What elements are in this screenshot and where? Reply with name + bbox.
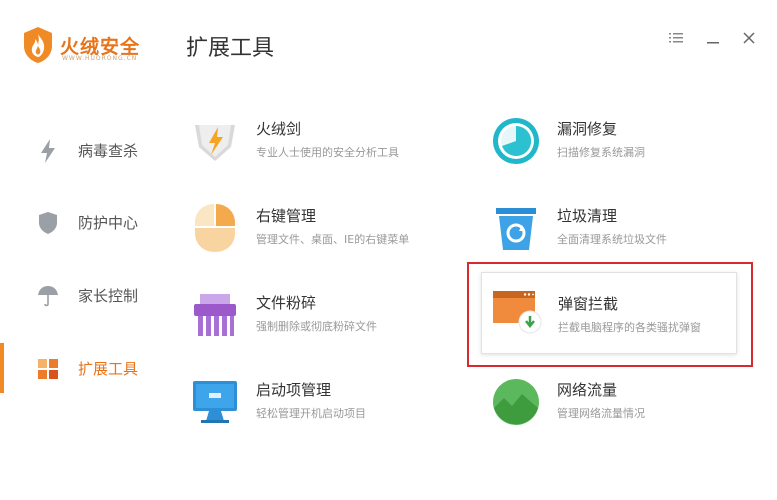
- tool-name: 文件粉碎: [256, 294, 317, 312]
- tool-name: 垃圾清理: [557, 207, 618, 225]
- tool-name: 弹窗拦截: [558, 295, 619, 313]
- shield-icon: [36, 211, 60, 235]
- sidebar-item-label: 病毒查杀: [78, 142, 139, 160]
- tool-network-traffic[interactable]: 网络流量 管理网络流量情况: [489, 371, 759, 441]
- sidebar-item-virus-scan[interactable]: 病毒查杀: [0, 125, 170, 175]
- tool-desc: 专业人士使用的安全分析工具: [256, 146, 399, 159]
- tool-name: 启动项管理: [256, 381, 332, 399]
- tool-startup-manager[interactable]: 启动项管理 轻松管理开机启动项目: [188, 371, 458, 441]
- tool-desc: 强制删除或彻底粉碎文件: [256, 320, 377, 333]
- trash-clean-icon: [491, 203, 541, 253]
- tool-desc: 管理文件、桌面、IE的右键菜单: [256, 233, 410, 246]
- tool-name: 火绒剑: [256, 120, 302, 138]
- tools-grid-icon: [36, 357, 60, 381]
- tool-desc: 管理网络流量情况: [557, 407, 645, 420]
- page-title: 扩展工具: [186, 36, 275, 61]
- minimize-icon: [707, 42, 719, 44]
- right-click-icon: [190, 203, 240, 253]
- sidebar-item-protection[interactable]: 防护中心: [0, 197, 170, 247]
- sidebar-item-parental-control[interactable]: 家长控制: [0, 270, 170, 320]
- menu-button[interactable]: [666, 28, 686, 48]
- brand-url: WWW.HUORONG.CN: [62, 55, 138, 62]
- vulnerability-fix-icon: [491, 116, 541, 166]
- tool-vulnerability-fix[interactable]: 漏洞修复 扫描修复系统漏洞: [489, 110, 759, 180]
- popup-block-icon: [492, 287, 542, 337]
- umbrella-icon: [36, 284, 60, 308]
- tool-huorong-sword[interactable]: 火绒剑 专业人士使用的安全分析工具: [188, 110, 458, 180]
- close-button[interactable]: [739, 28, 759, 48]
- network-traffic-icon: [491, 377, 541, 427]
- tool-popup-blocker[interactable]: 弹窗拦截 拦截电脑程序的各类骚扰弹窗: [481, 272, 737, 354]
- sword-icon: [190, 116, 240, 166]
- tool-desc: 扫描修复系统漏洞: [557, 146, 645, 159]
- app-logo: 火绒安全 WWW.HUORONG.CN: [22, 26, 142, 66]
- startup-icon: [190, 377, 240, 427]
- tool-junk-cleaner[interactable]: 垃圾清理 全面清理系统垃圾文件: [489, 197, 759, 267]
- tool-desc: 轻松管理开机启动项目: [256, 407, 366, 420]
- tool-desc: 拦截电脑程序的各类骚扰弹窗: [558, 321, 701, 334]
- sidebar-item-label: 扩展工具: [78, 360, 139, 378]
- tool-file-shredder[interactable]: 文件粉碎 强制删除或彻底粉碎文件: [188, 284, 458, 354]
- tool-name: 右键管理: [256, 207, 317, 225]
- flame-shield-icon: [24, 27, 52, 63]
- lightning-icon: [36, 139, 60, 163]
- close-icon: [743, 32, 755, 44]
- shredder-icon: [190, 290, 240, 340]
- sidebar-item-extension-tools[interactable]: 扩展工具: [0, 343, 170, 393]
- minimize-button[interactable]: [703, 28, 723, 48]
- menu-icon: [669, 33, 683, 43]
- tool-desc: 全面清理系统垃圾文件: [557, 233, 667, 246]
- sidebar-item-label: 家长控制: [78, 287, 139, 305]
- tool-name: 漏洞修复: [557, 120, 618, 138]
- tool-right-click-manager[interactable]: 右键管理 管理文件、桌面、IE的右键菜单: [188, 197, 458, 267]
- tool-name: 网络流量: [557, 381, 618, 399]
- sidebar-item-label: 防护中心: [78, 214, 139, 232]
